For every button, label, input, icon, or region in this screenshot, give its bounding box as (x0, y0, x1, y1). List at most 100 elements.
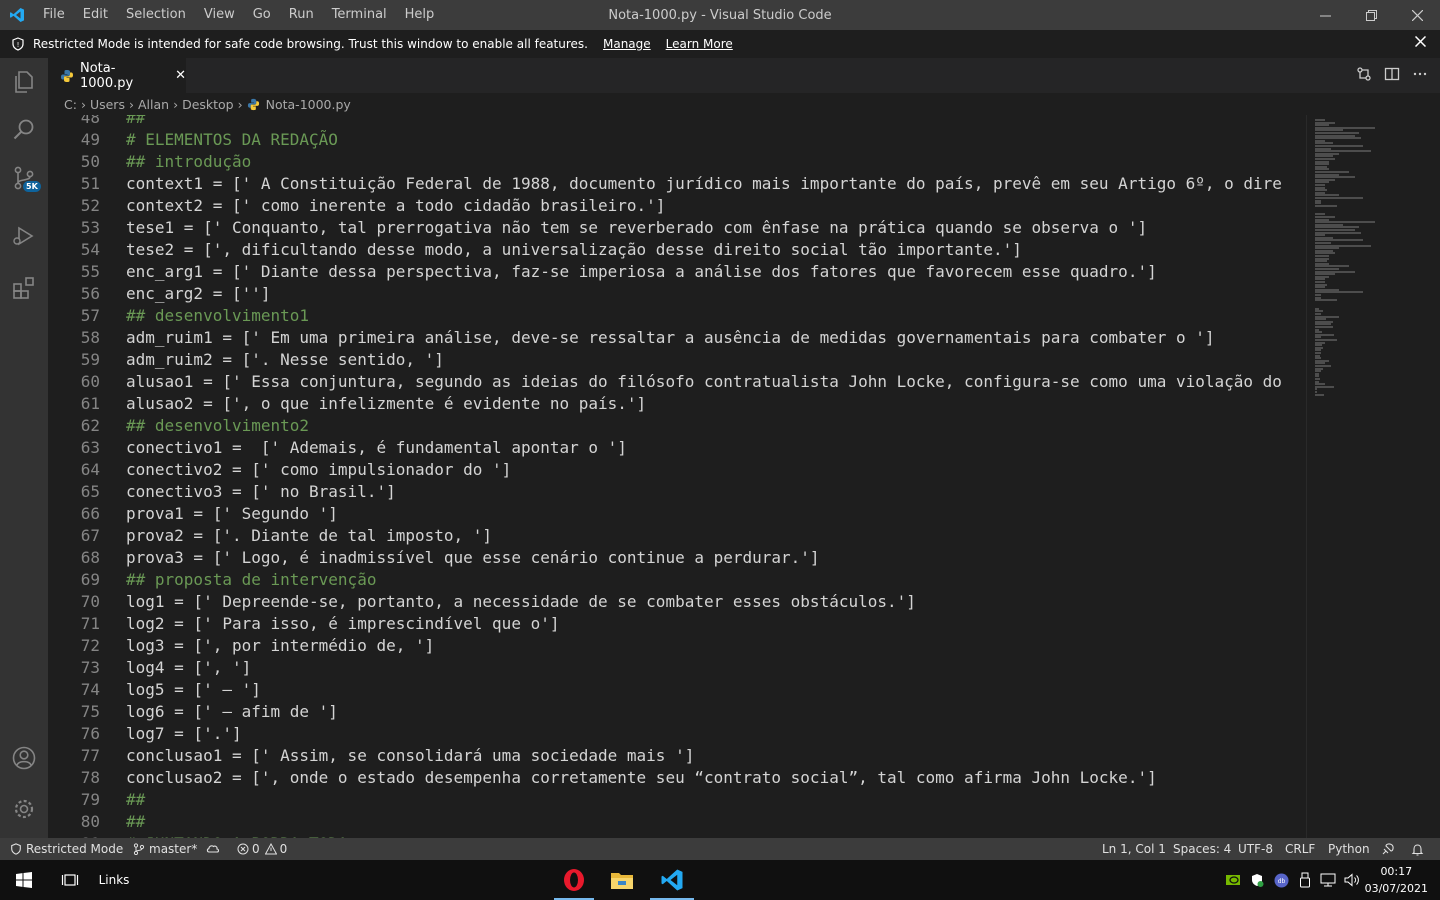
opera-browser-icon[interactable] (552, 860, 596, 900)
file-explorer-icon[interactable] (600, 860, 644, 900)
line-text: conclusao1 = [' Assim, se consolidará um… (126, 746, 695, 765)
status-eol[interactable]: CRLF (1285, 838, 1315, 860)
menu-go[interactable]: Go (244, 0, 280, 30)
code-line: 70 log1 = [' Depreende-se, portanto, a ne… (48, 591, 1306, 613)
settings-gear-icon[interactable] (0, 785, 48, 833)
line-number: 52 (80, 196, 100, 215)
code-editor[interactable]: 48 ## 49 # ELEMENTOS DA REDAÇÃO 50 ## introdu… (48, 115, 1306, 838)
windows-start-icon[interactable] (0, 860, 48, 900)
warning-icon (264, 843, 277, 855)
line-number: 60 (80, 372, 100, 391)
nvidia-tray-icon[interactable] (1224, 860, 1242, 900)
line-number: 61 (80, 394, 100, 413)
line-text: log1 = [' Depreende-se, portanto, a nece… (126, 592, 916, 611)
network-tray-icon[interactable] (1318, 860, 1338, 900)
chevron-right-icon: › (80, 96, 86, 112)
explorer-icon[interactable] (0, 58, 48, 106)
code-line: 62 ## desenvolvimento2 (48, 415, 1306, 437)
status-encoding[interactable]: UTF-8 (1238, 838, 1273, 860)
line-number: 51 (80, 174, 100, 193)
code-line: 57 ## desenvolvimento1 (48, 305, 1306, 327)
breadcrumb-desktop[interactable]: Desktop (182, 97, 234, 112)
feedback-icon[interactable] (1381, 838, 1395, 860)
chevron-right-icon: › (173, 96, 179, 112)
banner-message: Restricted Mode is intended for safe cod… (33, 37, 588, 51)
breadcrumb-users[interactable]: Users (90, 97, 125, 112)
breadcrumb-allan[interactable]: Allan (138, 97, 169, 112)
code-line: 65 conectivo3 = [' no Brasil.'] (48, 481, 1306, 503)
line-number: 54 (80, 240, 100, 259)
code-line: 66 prova1 = [' Segundo '] (48, 503, 1306, 525)
status-problems[interactable]: 0 0 (237, 838, 287, 860)
menu-run[interactable]: Run (280, 0, 323, 30)
menu-file[interactable]: File (34, 0, 74, 30)
code-line: 49 # ELEMENTOS DA REDAÇÃO (48, 129, 1306, 151)
breadcrumb-drive[interactable]: C: (64, 97, 77, 112)
line-number: 62 (80, 416, 100, 435)
git-branch-icon (133, 843, 145, 855)
line-number: 69 (80, 570, 100, 589)
line-number: 53 (80, 218, 100, 237)
manage-link[interactable]: Manage (603, 37, 651, 51)
warning-count: 0 (279, 842, 288, 856)
source-control-icon[interactable]: 5K (0, 154, 48, 202)
line-text: log3 = [', por intermédio de, '] (126, 636, 435, 655)
menu-terminal[interactable]: Terminal (323, 0, 396, 30)
breadcrumb-file[interactable]: Nota-1000.py (266, 97, 351, 112)
line-number: 77 (80, 746, 100, 765)
app-tray-icon[interactable]: db (1272, 860, 1290, 900)
close-window-icon[interactable] (1394, 0, 1440, 30)
accounts-icon[interactable] (0, 734, 48, 782)
minimap[interactable] (1306, 115, 1440, 838)
code-line: 76 log7 = ['.'] (48, 723, 1306, 745)
more-actions-icon[interactable] (1412, 66, 1428, 86)
defender-tray-icon[interactable] (1248, 860, 1266, 900)
line-text: ## proposta de intervenção (126, 570, 377, 589)
line-text: context2 = [' como inerente a todo cidad… (126, 196, 666, 215)
code-line: 55 enc_arg1 = [' Diante dessa perspectiva… (48, 261, 1306, 283)
sync-icon[interactable] (206, 838, 220, 860)
restore-icon[interactable] (1348, 0, 1394, 30)
vscode-taskbar-icon[interactable] (650, 860, 694, 900)
search-icon[interactable] (0, 106, 48, 154)
python-file-icon (60, 69, 74, 83)
system-clock[interactable]: 00:17 03/07/2021 (1365, 863, 1428, 897)
status-cursor-position[interactable]: Ln 1, Col 1 (1102, 838, 1166, 860)
tab-close-icon[interactable]: ✕ (175, 68, 186, 83)
volume-tray-icon[interactable] (1342, 860, 1362, 900)
chevron-right-icon: › (128, 96, 134, 112)
restricted-mode-banner: ! Restricted Mode is intended for safe c… (0, 30, 1440, 59)
tab-label: Nota-1000.py (80, 60, 134, 91)
menu-edit[interactable]: Edit (74, 0, 117, 30)
status-language[interactable]: Python (1328, 838, 1370, 860)
close-icon[interactable] (1414, 35, 1427, 50)
menu-view[interactable]: View (195, 0, 244, 30)
minimize-icon[interactable] (1302, 0, 1348, 30)
error-count: 0 (252, 842, 260, 856)
code-line: 78 conclusao2 = [', onde o estado desempe… (48, 767, 1306, 789)
code-line: 67 prova2 = ['. Diante de tal imposto, '] (48, 525, 1306, 547)
split-editor-icon[interactable] (1384, 66, 1400, 86)
line-number: 48 (80, 115, 100, 127)
code-line: 50 ## introdução (48, 151, 1306, 173)
code-line: 52 context2 = [' como inerente a todo cid… (48, 195, 1306, 217)
learn-more-link[interactable]: Learn More (666, 37, 733, 51)
status-restricted-mode[interactable]: Restricted Mode (10, 838, 123, 860)
usb-tray-icon[interactable] (1296, 860, 1314, 900)
notifications-bell-icon[interactable] (1411, 838, 1424, 860)
restricted-mode-label: Restricted Mode (26, 842, 124, 856)
run-debug-icon[interactable] (0, 212, 48, 260)
line-text: log2 = [' Para isso, é imprescindível qu… (126, 614, 560, 633)
open-changes-icon[interactable] (1356, 66, 1372, 86)
tab-nota-1000-py[interactable]: Nota-1000.py ✕ (48, 58, 186, 93)
status-indentation[interactable]: Spaces: 4 (1173, 838, 1231, 860)
links-toolbar[interactable]: Links (92, 860, 136, 900)
line-text: adm_ruim1 = [' Em uma primeira análise, … (126, 328, 1215, 347)
svg-text:db: db (1277, 878, 1285, 885)
menu-selection[interactable]: Selection (117, 0, 195, 30)
extensions-icon[interactable] (0, 264, 48, 312)
line-number: 74 (80, 680, 100, 699)
task-view-icon[interactable] (48, 860, 92, 900)
status-branch[interactable]: master* (133, 838, 197, 860)
menu-help[interactable]: Help (396, 0, 444, 30)
